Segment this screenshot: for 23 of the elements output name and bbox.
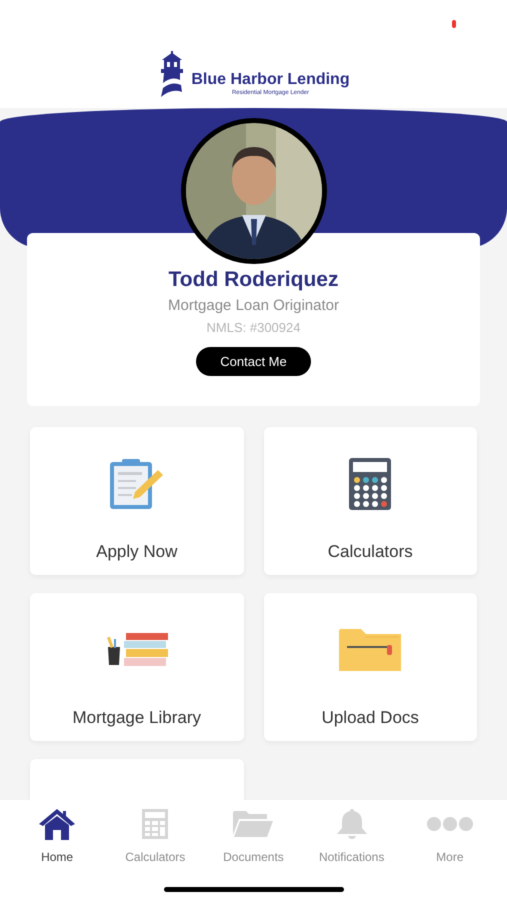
nav-tab[interactable]: Home xyxy=(9,806,106,866)
menu-tile[interactable]: Mortgage Library xyxy=(30,593,244,742)
menu-tile[interactable]: Upload Docs xyxy=(264,593,477,742)
brand-name: Blue Harbor Lending xyxy=(191,70,350,90)
calculator-icon xyxy=(142,809,168,839)
folder-icon xyxy=(339,629,402,672)
contact-button[interactable]: Contact Me xyxy=(196,347,311,376)
tile-label: Apply Now xyxy=(96,541,178,564)
profile-name: Todd Roderiquez xyxy=(168,267,338,293)
menu-tile[interactable]: Calculators xyxy=(264,427,477,576)
profile-title: Mortgage Loan Originator xyxy=(168,296,339,316)
books-icon xyxy=(106,633,168,668)
clipboard-pencil-icon xyxy=(108,458,166,510)
menu-tile[interactable]: Apply Now xyxy=(30,427,244,576)
home-icon xyxy=(38,808,76,840)
bell-icon xyxy=(336,808,368,840)
folder-icon xyxy=(233,811,274,837)
tile-label: Upload Docs xyxy=(322,707,419,730)
tile-label: Calculators xyxy=(328,541,413,564)
tile-label: Mortgage Library xyxy=(72,707,201,730)
calculator-icon xyxy=(349,458,392,510)
nmls-number: NMLS: #300924 xyxy=(206,318,300,337)
more-icon xyxy=(426,816,474,832)
